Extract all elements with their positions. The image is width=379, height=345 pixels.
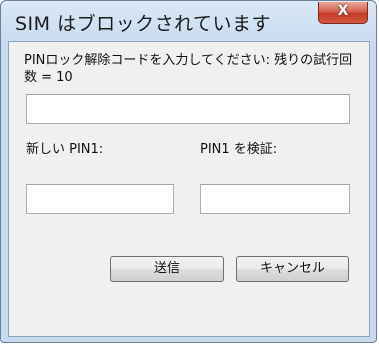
window-title: SIM はブロックされています xyxy=(15,13,272,35)
pin-unlock-code-input[interactable] xyxy=(26,94,350,124)
verify-pin-label: PIN1 を検証: xyxy=(200,142,278,157)
cancel-button[interactable]: キャンセル xyxy=(236,256,349,282)
verify-pin-input[interactable] xyxy=(200,184,350,214)
new-pin-input[interactable] xyxy=(26,184,174,214)
close-icon: X xyxy=(337,3,349,19)
title-bar[interactable]: SIM はブロックされています X xyxy=(1,1,376,41)
send-button[interactable]: 送信 xyxy=(110,256,224,282)
unlock-prompt: PINロック解除コードを入力してください: 残りの試行回数 = 10 xyxy=(24,53,353,85)
new-pin-label: 新しい PIN1: xyxy=(26,142,104,157)
close-button[interactable]: X xyxy=(318,2,368,24)
